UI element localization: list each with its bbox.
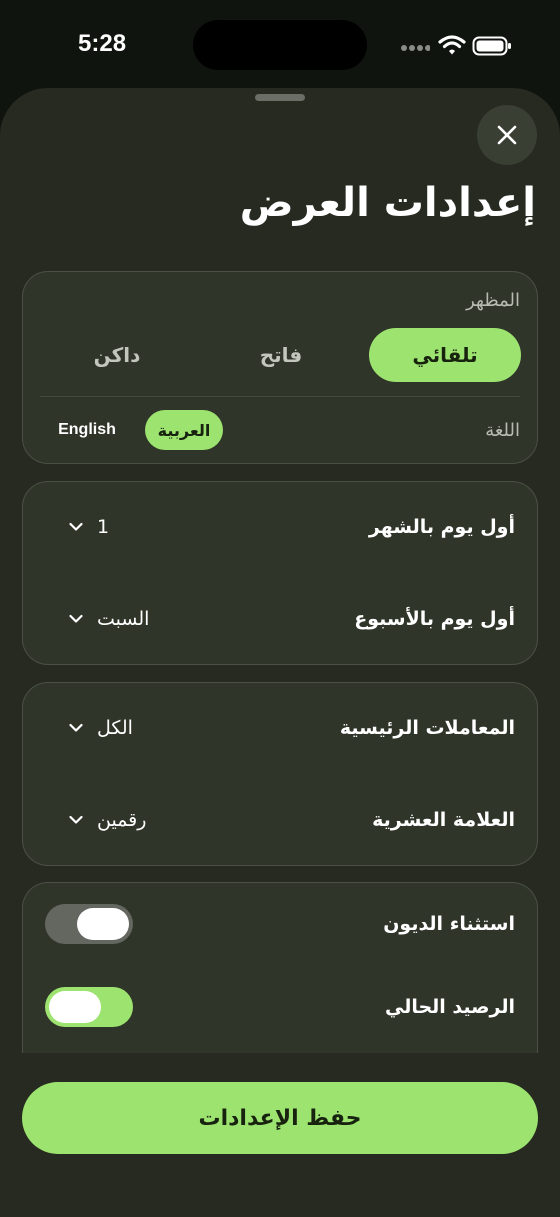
dynamic-island xyxy=(193,20,367,70)
appearance-option-light[interactable]: فاتح xyxy=(205,328,357,382)
sheet-grabber[interactable] xyxy=(255,94,305,101)
appearance-option-dark[interactable]: داكن xyxy=(41,328,193,382)
divider xyxy=(40,396,520,397)
first-day-week-value: السبت xyxy=(97,608,150,630)
first-day-month-value: 1 xyxy=(97,516,110,538)
language-option-arabic[interactable]: العربية xyxy=(145,410,223,450)
page-title: إعدادات العرض xyxy=(239,180,536,226)
main-transactions-label: المعاملات الرئيسية xyxy=(339,717,515,739)
main-transactions-value: الكل xyxy=(97,717,133,739)
dates-card: أول يوم بالشهر 1 أول يوم بالأسبوع السبت xyxy=(22,481,538,665)
chevron-down-icon xyxy=(69,815,83,824)
close-button[interactable] xyxy=(477,105,537,165)
signal-dots-icon xyxy=(401,45,430,51)
main-transactions-select[interactable]: الكل xyxy=(69,717,133,739)
appearance-label: المظهر xyxy=(466,290,520,311)
settings-sheet: إعدادات العرض المظهر تلقائي فاتح داكن ال… xyxy=(0,88,560,1217)
appearance-card: المظهر تلقائي فاتح داكن اللغة العربية En… xyxy=(22,271,538,464)
close-icon xyxy=(497,125,517,145)
chevron-down-icon xyxy=(69,614,83,623)
toggle-knob xyxy=(49,991,101,1023)
chevron-down-icon xyxy=(69,522,83,531)
language-option-english[interactable]: English xyxy=(45,410,129,450)
exclude-debts-toggle[interactable] xyxy=(45,904,133,944)
exclude-debts-label: استثناء الديون xyxy=(383,913,515,935)
first-day-month-select[interactable]: 1 xyxy=(69,516,109,538)
first-day-week-select[interactable]: السبت xyxy=(69,608,149,630)
wifi-icon xyxy=(438,35,466,55)
appearance-option-auto[interactable]: تلقائي xyxy=(369,328,521,382)
battery-icon xyxy=(472,36,511,56)
status-icons xyxy=(400,34,512,58)
status-bar: 5:28 xyxy=(0,0,560,90)
decimal-mark-value: رقمين xyxy=(97,809,147,831)
first-day-week-label: أول يوم بالأسبوع xyxy=(354,608,515,630)
decimal-mark-label: العلامة العشرية xyxy=(372,809,515,831)
first-day-month-label: أول يوم بالشهر xyxy=(368,516,515,538)
current-balance-label: الرصيد الحالي xyxy=(384,996,515,1018)
status-time: 5:28 xyxy=(78,30,127,57)
formatting-card: المعاملات الرئيسية الكل العلامة العشرية … xyxy=(22,682,538,866)
toggle-knob xyxy=(77,908,129,940)
language-label: اللغة xyxy=(485,420,520,441)
current-balance-toggle[interactable] xyxy=(45,987,133,1027)
save-settings-button[interactable]: حفظ الإعدادات xyxy=(22,1082,538,1154)
decimal-mark-select[interactable]: رقمين xyxy=(69,809,146,831)
chevron-down-icon xyxy=(69,723,83,732)
